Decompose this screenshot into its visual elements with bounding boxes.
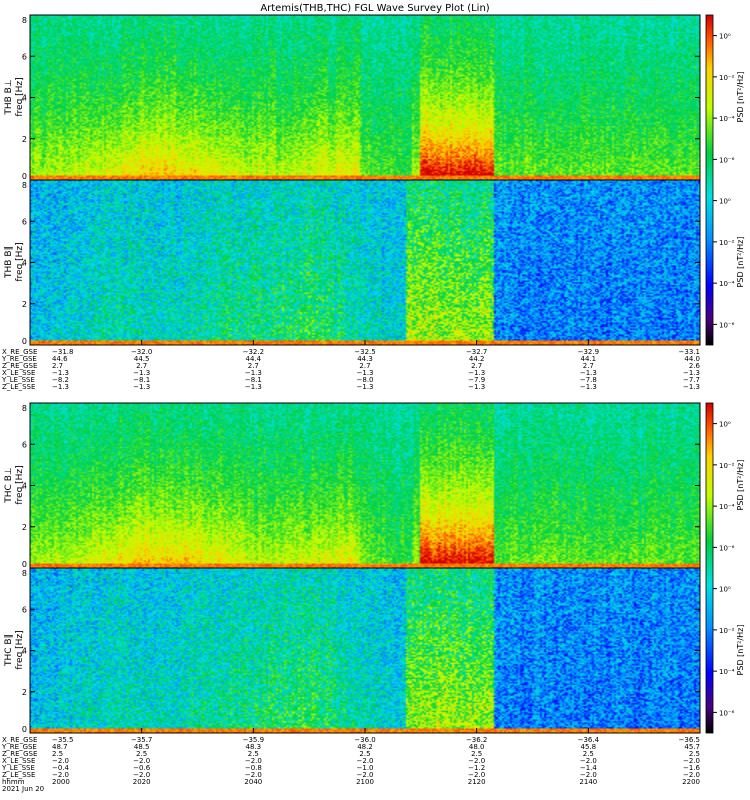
spectrogram-thc-bperp bbox=[30, 403, 700, 568]
colorbar-bottom: 10⁰ 10⁰ 10⁻² 10⁻² 10⁻⁴ 10⁻⁴ 10⁻⁶ 10⁻⁶ PSD [nT²/… bbox=[705, 402, 745, 734]
colorbar-tick-label: 10⁻⁶ bbox=[719, 321, 735, 329]
y-tick-label: 2 bbox=[22, 300, 27, 309]
y-axis-label: freq [Hz] bbox=[15, 630, 25, 669]
y-tick-label: 8 bbox=[22, 569, 27, 578]
y-axis-label: freq [Hz] bbox=[15, 77, 25, 116]
panel-label: THC B∥ bbox=[4, 634, 14, 667]
colorbar-tick-label: 10⁰ bbox=[719, 421, 731, 429]
colorbar-tick-label: 10⁻⁶ bbox=[719, 156, 735, 164]
panel-thc-bpar: 02468 THC B∥ freq [Hz] bbox=[4, 567, 701, 734]
ephemeris-table-top: X_RE_GSE −31.8 −32.0 −32.2 −32.5 −32.7 −32.9 −3… bbox=[1, 340, 701, 391]
y-tick-label: 0 bbox=[22, 337, 27, 346]
ephemeris-value: −1.3 bbox=[683, 383, 700, 391]
colorbar-tick-label: 10⁻⁴ bbox=[719, 668, 735, 676]
date-label: 2021 Jun 20 bbox=[2, 785, 44, 793]
x-tick-label: 2120 bbox=[468, 778, 486, 786]
colorbar-label: PSD [nT²/Hz] bbox=[736, 625, 745, 676]
spectrogram-thb-bperp bbox=[30, 15, 700, 180]
spectrogram-thc-bpar bbox=[30, 568, 700, 733]
ephemeris-value: −1.3 bbox=[245, 383, 262, 391]
colorbar-tick-label: 10⁰ bbox=[719, 586, 731, 594]
panel-label: THB B∥ bbox=[4, 246, 14, 279]
y-tick-label: 8 bbox=[22, 404, 27, 413]
colorbar-gradient bbox=[705, 14, 714, 346]
y-tick-label: 0 bbox=[22, 172, 27, 181]
panel-thb-bperp: 02468 THB B⊥ freq [Hz] bbox=[4, 14, 701, 181]
colorbar-top: 10⁰ 10⁰ 10⁻² 10⁻² 10⁻⁴ 10⁻⁴ 10⁻⁶ 10⁻⁶ PSD [nT²/… bbox=[705, 14, 745, 346]
y-tick-label: 6 bbox=[22, 440, 27, 449]
ephemeris-value: −1.3 bbox=[133, 383, 150, 391]
y-tick-label: 2 bbox=[22, 523, 27, 532]
y-tick-label: 2 bbox=[22, 688, 27, 697]
colorbar-gradient bbox=[705, 402, 714, 734]
y-tick-label: 8 bbox=[22, 181, 27, 190]
x-tick-label: 2140 bbox=[579, 778, 597, 786]
colorbar-tick-label: 10⁻⁴ bbox=[719, 115, 735, 123]
x-tick-label: 2040 bbox=[244, 778, 262, 786]
ephemeris-table-bottom: X_RE_GSE −35.5 −35.7 −35.9 −36.0 −36.2 −36.4 −3… bbox=[1, 728, 701, 793]
figure-title: Artemis(THB,THC) FGL Wave Survey Plot (L… bbox=[260, 3, 489, 14]
colorbar-tick-label: 10⁻⁴ bbox=[719, 503, 735, 511]
y-axis-label: freq [Hz] bbox=[15, 242, 25, 281]
colorbar-tick-label: 10⁻⁶ bbox=[719, 709, 735, 717]
panel-label: THB B⊥ bbox=[4, 79, 14, 115]
x-tick-label: 2200 bbox=[682, 778, 700, 786]
colorbar-label: PSD [nT²/Hz] bbox=[736, 460, 745, 511]
y-tick-label: 0 bbox=[22, 560, 27, 569]
ephemeris-value: −1.3 bbox=[580, 383, 597, 391]
ephemeris-value: −1.3 bbox=[52, 383, 69, 391]
colorbar-ticks: 10⁰ 10⁰ 10⁻² 10⁻² 10⁻⁴ 10⁻⁴ 10⁻⁶ 10⁻⁶ bbox=[713, 33, 735, 329]
colorbar-tick-label: 10⁰ bbox=[719, 198, 731, 206]
panel-thb-bpar: 02468 THB B∥ freq [Hz] bbox=[4, 179, 701, 346]
y-tick-label: 6 bbox=[22, 217, 27, 226]
ephemeris-value: −1.3 bbox=[357, 383, 374, 391]
y-tick-label: 6 bbox=[22, 52, 27, 61]
colorbar-ticks: 10⁰ 10⁰ 10⁻² 10⁻² 10⁻⁴ 10⁻⁴ 10⁻⁶ 10⁻⁶ bbox=[713, 421, 735, 717]
x-tick-label: 2000 bbox=[52, 778, 70, 786]
y-axis-label: freq [Hz] bbox=[15, 465, 25, 504]
x-tick-label: 2020 bbox=[133, 778, 151, 786]
panel-label: THC B⊥ bbox=[4, 467, 14, 504]
x-tick-label: 2100 bbox=[356, 778, 374, 786]
colorbar-label: PSD [nT²/Hz] bbox=[736, 237, 745, 288]
y-tick-label: 0 bbox=[22, 725, 27, 734]
y-tick-label: 6 bbox=[22, 605, 27, 614]
colorbar-label: PSD [nT²/Hz] bbox=[736, 72, 745, 123]
y-tick-label: 8 bbox=[22, 16, 27, 25]
colorbar-tick-label: 10⁻⁶ bbox=[719, 544, 735, 552]
ephemeris-value: −1.3 bbox=[468, 383, 485, 391]
ephemeris-row-label: Z_LE_SSE bbox=[2, 383, 35, 391]
panel-thc-bperp: 02468 THC B⊥ freq [Hz] bbox=[4, 402, 701, 569]
colorbar-tick-label: 10⁻² bbox=[719, 239, 735, 247]
spectrogram-thb-bpar bbox=[30, 180, 700, 345]
colorbar-tick-label: 10⁰ bbox=[719, 33, 731, 41]
colorbar-tick-label: 10⁻² bbox=[719, 74, 735, 82]
wave-survey-figure: Artemis(THB,THC) FGL Wave Survey Plot (L… bbox=[1, 3, 745, 793]
colorbar-tick-label: 10⁻⁴ bbox=[719, 280, 735, 288]
colorbar-tick-label: 10⁻² bbox=[719, 627, 735, 635]
y-tick-label: 2 bbox=[22, 135, 27, 144]
colorbar-tick-label: 10⁻² bbox=[719, 462, 735, 470]
